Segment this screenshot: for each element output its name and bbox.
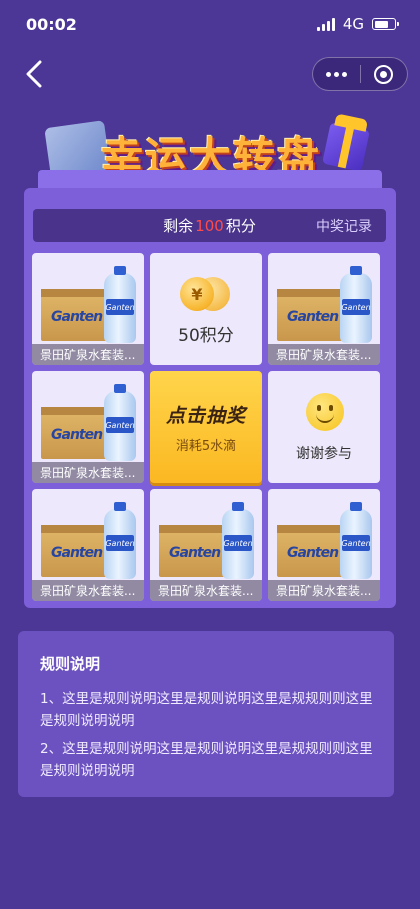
water-case-image: Ganten	[277, 525, 349, 577]
lottery-panel: 剩余 100 积分 中奖记录 Ganten Ganten 景田矿泉水套装... …	[24, 188, 396, 608]
rules-item: 1、这里是规则说明这里是规则说明这里是规规则则这里是规则说明说明	[40, 691, 373, 729]
thanks-label: 谢谢参与	[296, 446, 352, 462]
close-button[interactable]	[361, 58, 408, 90]
coin-icon: ¥	[180, 277, 234, 311]
water-case-image: Ganten	[41, 289, 113, 341]
score-bar: 剩余 100 积分 中奖记录	[33, 209, 386, 242]
rules-title: 规则说明	[40, 655, 101, 673]
water-bottle-image: Ganten	[104, 502, 136, 579]
target-icon	[374, 64, 394, 84]
signal-icon	[316, 17, 335, 31]
prize-cell: Ganten Ganten 景田矿泉水套装...	[150, 489, 262, 601]
prize-cell: Ganten Ganten 景田矿泉水套装...	[32, 489, 144, 601]
prize-cell: Ganten Ganten 景田矿泉水套装...	[32, 371, 144, 483]
prize-label: 景田矿泉水套装...	[150, 580, 262, 601]
draw-button[interactable]: 点击抽奖 消耗5水滴	[150, 371, 262, 483]
prize-label: 景田矿泉水套装...	[32, 580, 144, 601]
chevron-left-icon	[26, 60, 42, 88]
back-button[interactable]	[18, 58, 50, 90]
thanks-cell: 谢谢参与	[268, 371, 380, 483]
prize-records-link[interactable]: 中奖记录	[316, 216, 372, 236]
water-bottle-image: Ganten	[104, 266, 136, 343]
water-bottle-image: Ganten	[340, 502, 372, 579]
draw-button-cost: 消耗5水滴	[175, 439, 237, 454]
rules-section: 规则说明 1、这里是规则说明这里是规则说明这里是规规则则这里是规则说明说明 2、…	[18, 631, 394, 797]
rules-item: 2、这里是规则说明这里是规则说明这里是规规则则这里是规则说明说明	[40, 741, 373, 779]
prize-cell: Ganten Ganten 景田矿泉水套装...	[32, 253, 144, 365]
draw-button-title: 点击抽奖	[165, 405, 246, 427]
score-points: 100	[195, 216, 224, 235]
points-prize-label: 50积分	[178, 326, 234, 346]
score-prefix: 剩余	[163, 217, 194, 235]
battery-icon	[372, 18, 399, 30]
water-bottle-image: Ganten	[222, 502, 254, 579]
water-case-image: Ganten	[277, 289, 349, 341]
prize-cell: Ganten Ganten 景田矿泉水套装...	[268, 489, 380, 601]
prize-label: 景田矿泉水套装...	[268, 344, 380, 365]
smiley-icon	[306, 393, 344, 431]
gift-box-icon	[322, 122, 370, 172]
score-suffix: 积分	[225, 217, 256, 235]
water-bottle-image: Ganten	[104, 384, 136, 461]
points-prize-cell: ¥ 50积分	[150, 253, 262, 365]
status-bar: 00:02 4G	[0, 0, 420, 48]
prize-grid: Ganten Ganten 景田矿泉水套装... ¥ 50积分 Ganten G…	[32, 253, 388, 601]
capsule-menu	[312, 57, 408, 91]
water-case-image: Ganten	[159, 525, 231, 577]
more-dots-icon	[325, 71, 347, 77]
prize-label: 景田矿泉水套装...	[32, 462, 144, 483]
prize-cell: Ganten Ganten 景田矿泉水套装...	[268, 253, 380, 365]
network-type: 4G	[342, 15, 364, 33]
more-button[interactable]	[313, 58, 360, 90]
prize-label: 景田矿泉水套装...	[268, 580, 380, 601]
status-indicators: 4G	[316, 15, 399, 33]
water-case-image: Ganten	[41, 525, 113, 577]
status-time: 00:02	[26, 14, 77, 34]
water-bottle-image: Ganten	[340, 266, 372, 343]
water-case-image: Ganten	[41, 407, 113, 459]
prize-label: 景田矿泉水套装...	[32, 344, 144, 365]
